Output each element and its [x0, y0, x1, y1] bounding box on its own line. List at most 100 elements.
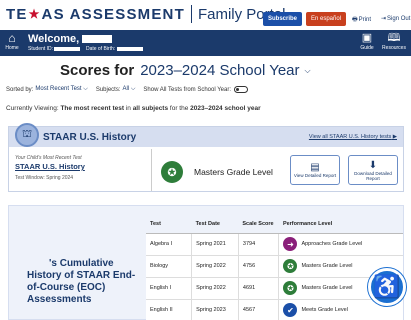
- greeting-text: Welcome,: [28, 33, 80, 45]
- show-all-toggle[interactable]: [234, 86, 249, 93]
- checkmark-icon: ✔: [283, 303, 298, 317]
- guide-label: Guide: [360, 45, 374, 51]
- show-all-label: Show All Tests from School Year:: [143, 86, 232, 93]
- cell-level: ➜ Approaches Grade Level: [278, 233, 403, 256]
- level-text: Meets Grade Level: [301, 307, 348, 313]
- table-row: English I Spring 2022 4691 ✪ Masters Grad…: [146, 277, 403, 300]
- cell-test: English I: [146, 277, 193, 300]
- sign-out-link[interactable]: ⇥ Sign Out: [381, 15, 410, 23]
- brand-text-post: AS ASSESSMENT: [41, 5, 185, 23]
- home-label: Home: [5, 45, 19, 51]
- download-icon: ⬇: [368, 159, 378, 171]
- student-id-label: Student ID:: [28, 46, 54, 52]
- download-report-label: Download Detailed Report: [354, 170, 392, 181]
- resources-label: Resources: [382, 45, 406, 51]
- level-text: Masters Grade Level: [301, 263, 353, 269]
- performance-level: Masters Grade Level: [194, 167, 273, 177]
- scores-label: Scores for: [60, 62, 135, 79]
- subjects-value: All: [122, 86, 130, 92]
- chevron-down-icon[interactable]: ⌵: [305, 66, 311, 76]
- arrow-right-icon: ➜: [283, 237, 298, 251]
- sorted-by-label: Sorted by:: [6, 86, 34, 93]
- table-header-row: Test Test Date Scale Score Performance L…: [146, 216, 403, 234]
- masters-ribbon-icon: ✪: [161, 161, 183, 183]
- cell-date: Spring 2022: [191, 277, 239, 300]
- accessibility-icon[interactable]: ♿: [368, 268, 406, 306]
- card-header: ⛫ STAAR U.S. History View all STAAR U.S.…: [9, 123, 403, 147]
- history-badge-icon: ⛫: [15, 123, 39, 147]
- viewing-prefix: Currently Viewing:: [6, 105, 61, 112]
- subscribe-button[interactable]: Subscribe: [263, 12, 303, 26]
- sorted-by-value: Most Recent Test: [35, 86, 82, 92]
- test-window-label: Test Window:: [15, 175, 45, 181]
- ribbon-icon: ✪: [283, 259, 298, 273]
- toggle-knob: [236, 88, 240, 91]
- viewing-year: 2023–2024 school year: [190, 105, 261, 112]
- viewing-scope: The most recent test: [60, 105, 125, 112]
- student-info: Student ID: Date of Birth:: [28, 46, 143, 52]
- test-window-value: Spring 2024: [46, 175, 74, 181]
- top-header: TE ★ AS ASSESSMENT Family Portal: [0, 0, 411, 28]
- redacted-dob: [116, 46, 143, 51]
- guide-button[interactable]: ▣ Guide: [356, 32, 378, 54]
- sign-out-icon: ⇥: [381, 16, 387, 22]
- table-row: Biology Spring 2022 4756 ✪ Masters Grade …: [146, 255, 403, 278]
- cell-test: English II: [146, 299, 193, 320]
- texas-star-icon: ★: [28, 7, 41, 21]
- sorted-by-select[interactable]: Most Recent Test ⌵: [35, 86, 87, 93]
- report-icon: ▤: [310, 162, 320, 173]
- ribbon-icon: ✪: [283, 281, 298, 295]
- card-title: STAAR U.S. History: [43, 132, 137, 143]
- col-scale-score: Scale Score: [238, 216, 279, 234]
- history-table: Test Test Date Scale Score Performance L…: [146, 216, 403, 320]
- cell-score: 4756: [238, 255, 280, 278]
- print-link[interactable]: 🖶 Print: [352, 15, 371, 25]
- test-card: ⛫ STAAR U.S. History View all STAAR U.S.…: [8, 123, 404, 192]
- view-all-link[interactable]: View all STAAR U.S. History tests ▶: [309, 134, 397, 140]
- redacted-student-name: [27, 258, 49, 268]
- brand-logo[interactable]: TE ★ AS ASSESSMENT: [6, 6, 185, 23]
- view-report-label: View Detailed Report: [293, 173, 337, 178]
- sort-controls: Sorted by: Most Recent Test ⌵ Subjects: …: [6, 86, 249, 93]
- test-window: Test Window: Spring 2024: [15, 175, 73, 181]
- recent-test-link[interactable]: STAAR U.S. History: [15, 162, 85, 171]
- view-all-text: View all STAAR U.S. History tests: [308, 134, 392, 140]
- cell-score: 4567: [238, 299, 280, 320]
- currently-viewing: Currently Viewing: The most recent test …: [6, 105, 261, 112]
- welcome-greeting: Welcome,: [28, 33, 113, 45]
- home-icon: ⌂: [8, 31, 16, 45]
- resources-button[interactable]: 🕮 Resources: [382, 32, 406, 54]
- level-text: Approaches Grade Level: [301, 241, 363, 247]
- recent-test-label: Your Child's Most Recent Test: [15, 155, 82, 161]
- school-year-select[interactable]: 2023–2024 School Year: [140, 62, 299, 79]
- cell-date: Spring 2023: [191, 299, 239, 320]
- brand-divider: [190, 5, 192, 23]
- viewing-subjects: all subjects: [132, 105, 169, 112]
- scores-heading: Scores for 2023–2024 School Year ⌵: [60, 62, 311, 79]
- subjects-select[interactable]: All ⌵: [123, 86, 136, 93]
- viewing-mid: in: [124, 105, 133, 112]
- welcome-bar: ⌂ Home Welcome, Student ID: Date of Birt…: [0, 30, 411, 56]
- redacted-id: [54, 46, 81, 51]
- download-report-button[interactable]: ⬇ Download Detailed Report: [348, 155, 398, 185]
- dob-label: Date of Birth:: [85, 46, 116, 52]
- viewing-suffix: for the: [168, 105, 191, 112]
- history-card: 's Cumulative History of STAAR End-of-Co…: [8, 205, 404, 320]
- cell-date: Spring 2022: [191, 255, 239, 278]
- table-row: English II Spring 2023 4567 ✔ Meets Grade…: [146, 299, 403, 320]
- table-row: Algebra I Spring 2021 3794 ➜ Approaches G…: [146, 233, 403, 256]
- view-report-button[interactable]: ▤ View Detailed Report: [290, 155, 340, 185]
- col-test-date: Test Date: [191, 216, 239, 234]
- level-text: Masters Grade Level: [301, 285, 353, 291]
- home-button[interactable]: ⌂ Home: [4, 32, 20, 54]
- col-test: Test: [146, 216, 192, 234]
- espanol-button[interactable]: En español: [306, 12, 347, 26]
- cell-score: 3794: [238, 233, 280, 256]
- brand-text-pre: TE: [6, 5, 28, 23]
- cell-test: Biology: [146, 255, 193, 278]
- book-icon: 🕮: [387, 32, 401, 44]
- guide-icon: ▣: [361, 32, 373, 44]
- col-performance-level: Performance Level: [278, 216, 403, 234]
- cell-date: Spring 2021: [191, 233, 239, 256]
- cell-test: Algebra I: [146, 233, 193, 256]
